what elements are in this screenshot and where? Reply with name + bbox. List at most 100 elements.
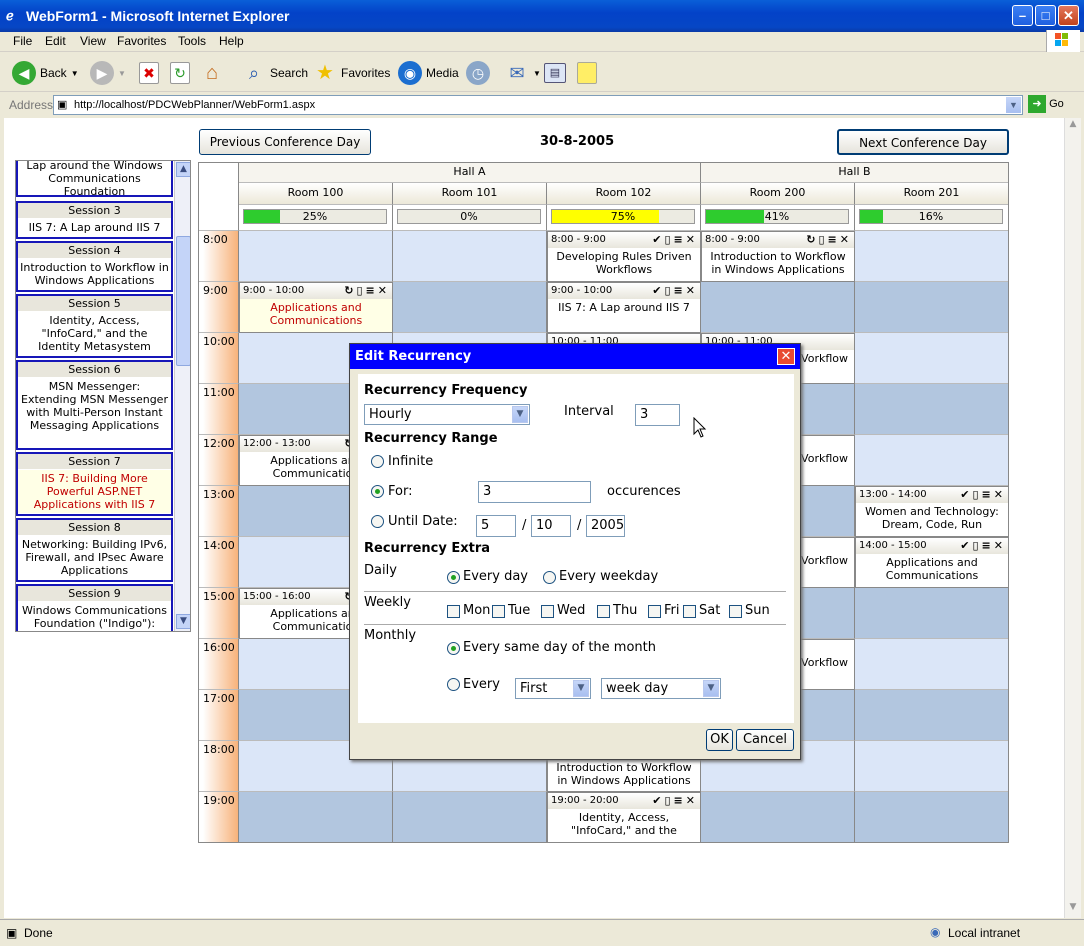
appointment-actions-icon[interactable]: ↻▯≡✕ — [344, 284, 390, 297]
until-month-input[interactable]: 10 — [531, 515, 571, 537]
same-day-radio[interactable] — [447, 642, 460, 655]
search-button[interactable]: ⌕ Search — [242, 60, 308, 86]
close-button[interactable]: ✕ — [1058, 5, 1079, 26]
schedule-slot[interactable] — [855, 231, 1008, 282]
session-scrollbar[interactable]: ▲ ▼ — [174, 161, 190, 631]
day-type-select[interactable]: week day ▼ — [601, 678, 721, 699]
mail-button[interactable]: ✉ ▼ — [505, 60, 540, 86]
schedule-slot[interactable] — [393, 231, 547, 282]
notes-button[interactable] — [577, 60, 597, 86]
scroll-up-icon[interactable]: ▲ — [1066, 119, 1080, 134]
home-button[interactable]: ⌂ — [200, 60, 224, 86]
appointment[interactable]: 19:00 - 20:00 ✔▯≡✕ Identity, Access, "Inf… — [547, 792, 701, 842]
for-radio[interactable] — [371, 485, 384, 498]
schedule-slot[interactable] — [239, 792, 393, 842]
appointment[interactable]: 14:00 - 15:00 ✔▯≡✕ Applications and Commu… — [855, 537, 1008, 588]
schedule-slot[interactable] — [855, 690, 1008, 741]
every-ordinal-radio[interactable] — [447, 678, 460, 691]
appointment-actions-icon[interactable]: ✔▯≡✕ — [960, 539, 1006, 552]
weekday-checkbox-mon[interactable] — [447, 605, 460, 618]
until-year-input[interactable]: 2005 — [586, 515, 625, 537]
minimize-button[interactable]: – — [1012, 5, 1033, 26]
mouse-cursor-icon — [693, 416, 707, 439]
session-item[interactable]: Session 8 Networking: Building IPv6, Fir… — [16, 518, 173, 582]
address-dropdown-icon[interactable]: ▼ — [1006, 97, 1021, 113]
session-body: MSN Messenger: Extending MSN Messenger w… — [21, 380, 168, 432]
appointment-actions-icon[interactable]: ✔▯≡✕ — [652, 233, 698, 246]
weekday-checkbox-sun[interactable] — [729, 605, 742, 618]
interval-input[interactable]: 3 — [635, 404, 680, 426]
session-item[interactable]: Session 6 MSN Messenger: Extending MSN M… — [16, 360, 173, 450]
weekday-checkbox-sat[interactable] — [683, 605, 696, 618]
go-button[interactable]: ➜ Go — [1028, 95, 1064, 113]
media-label: Media — [426, 66, 459, 80]
menu-file[interactable]: File — [13, 34, 32, 48]
maximize-button[interactable]: □ — [1035, 5, 1056, 26]
schedule-slot[interactable] — [393, 792, 547, 842]
back-button[interactable]: ◀ Back ▼ — [12, 60, 79, 86]
until-day-input[interactable]: 5 — [476, 515, 516, 537]
appointment-selected[interactable]: 9:00 - 10:00 ↻▯≡✕ Applications and Commun… — [239, 282, 393, 333]
session-item[interactable]: Session 5 Identity, Access, "InfoCard," … — [16, 294, 173, 358]
schedule-slot[interactable] — [701, 792, 855, 842]
schedule-slot[interactable] — [855, 639, 1008, 690]
address-input[interactable]: ▣ http://localhost/PDCWebPlanner/WebForm… — [53, 95, 1023, 115]
schedule-slot[interactable] — [855, 333, 1008, 384]
every-weekday-radio[interactable] — [543, 571, 556, 584]
appointment[interactable]: 9:00 - 10:00 ✔▯≡✕ IIS 7: A Lap around IIS… — [547, 282, 701, 333]
menu-view[interactable]: View — [80, 34, 106, 48]
scroll-up-icon[interactable]: ▲ — [176, 162, 190, 177]
scroll-thumb[interactable] — [176, 236, 190, 366]
history-button[interactable]: ◷ — [466, 60, 490, 86]
schedule-slot[interactable] — [239, 231, 393, 282]
dialog-close-button[interactable]: ✕ — [777, 348, 795, 365]
appointment[interactable]: 13:00 - 14:00 ✔▯≡✕ Women and Technology: … — [855, 486, 1008, 537]
until-date-radio[interactable] — [371, 515, 384, 528]
schedule-slot[interactable] — [393, 282, 547, 333]
scroll-down-icon[interactable]: ▼ — [176, 614, 190, 629]
menu-tools[interactable]: Tools — [178, 34, 206, 48]
next-day-button[interactable]: Next Conference Day — [837, 129, 1009, 155]
session-item[interactable]: Lap around the Windows Communications Fo… — [16, 161, 173, 198]
cancel-button[interactable]: Cancel — [736, 729, 794, 751]
session-item[interactable]: Session 9 Windows Communications Foundat… — [16, 584, 173, 631]
ok-button[interactable]: OK — [706, 729, 733, 751]
schedule-slot[interactable] — [855, 792, 1008, 842]
appointment-actions-icon[interactable]: ✔▯≡✕ — [652, 284, 698, 297]
schedule-slot[interactable] — [855, 282, 1008, 333]
scroll-down-icon[interactable]: ▼ — [1066, 902, 1080, 917]
refresh-button[interactable]: ↻ — [170, 60, 190, 86]
weekday-checkbox-tue[interactable] — [492, 605, 505, 618]
every-day-radio[interactable] — [447, 571, 460, 584]
schedule-slot[interactable] — [855, 588, 1008, 639]
weekday-checkbox-thu[interactable] — [597, 605, 610, 618]
ordinal-select[interactable]: First ▼ — [515, 678, 591, 699]
schedule-slot[interactable] — [701, 282, 855, 333]
session-item[interactable]: Session 3 IIS 7: A Lap around IIS 7 — [16, 201, 173, 239]
appointment-actions-icon[interactable]: ↻▯≡✕ — [806, 233, 852, 246]
appointment[interactable]: 8:00 - 9:00 ↻▯≡✕ Introduction to Workflow… — [701, 231, 855, 282]
occurences-input[interactable]: 3 — [478, 481, 591, 503]
edit-button[interactable]: ▤ — [544, 60, 566, 86]
menu-edit[interactable]: Edit — [45, 34, 66, 48]
appointment-actions-icon[interactable]: ✔▯≡✕ — [960, 488, 1006, 501]
menu-help[interactable]: Help — [219, 34, 244, 48]
forward-button[interactable]: ▶ ▼ — [90, 60, 126, 86]
schedule-slot[interactable] — [855, 435, 1008, 486]
frequency-select[interactable]: Hourly ▼ — [364, 404, 530, 425]
appointment[interactable]: 8:00 - 9:00 ✔▯≡✕ Developing Rules Driven … — [547, 231, 701, 282]
infinite-radio[interactable] — [371, 455, 384, 468]
session-item-selected[interactable]: Session 7 IIS 7: Building More Powerful … — [16, 452, 173, 516]
favorites-button[interactable]: ★ Favorites — [313, 60, 390, 86]
page-scrollbar[interactable]: ▲ ▼ — [1064, 118, 1081, 918]
media-button[interactable]: ◉ Media — [398, 60, 459, 86]
appointment-actions-icon[interactable]: ✔▯≡✕ — [652, 794, 698, 807]
stop-button[interactable]: ✖ — [139, 60, 159, 86]
weekday-checkbox-fri[interactable] — [648, 605, 661, 618]
schedule-slot[interactable] — [855, 384, 1008, 435]
previous-day-button[interactable]: Previous Conference Day — [199, 129, 371, 155]
menu-favorites[interactable]: Favorites — [117, 34, 166, 48]
schedule-slot[interactable] — [855, 741, 1008, 792]
session-item[interactable]: Session 4 Introduction to Workflow in Wi… — [16, 241, 173, 292]
weekday-checkbox-wed[interactable] — [541, 605, 554, 618]
